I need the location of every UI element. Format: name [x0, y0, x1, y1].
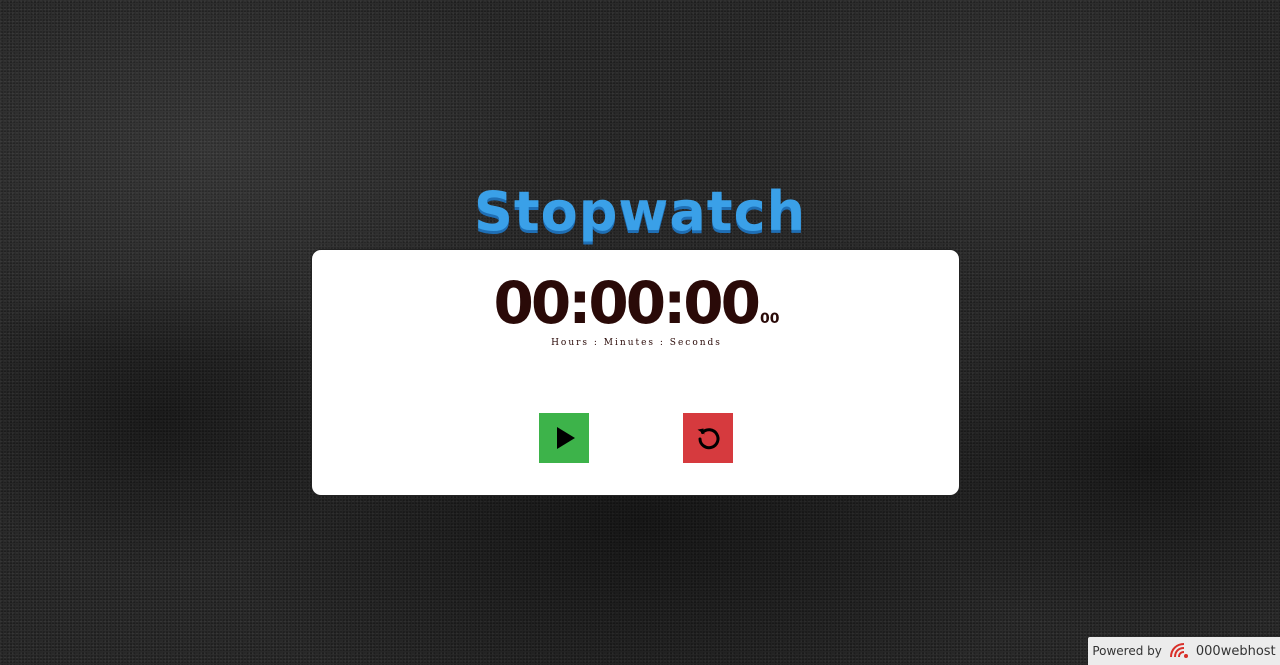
- reset-icon: [697, 428, 720, 450]
- start-button[interactable]: [539, 413, 589, 463]
- time-readout: 00:00:00: [493, 269, 761, 337]
- reset-button[interactable]: [683, 413, 733, 463]
- 000webhost-logo-icon: [1168, 641, 1192, 661]
- play-icon: [557, 427, 575, 449]
- milliseconds-readout: 00: [760, 311, 780, 327]
- footer-brand: 000webhost: [1195, 643, 1276, 659]
- page-title: Stopwatch: [473, 180, 807, 243]
- powered-by-label: Powered by: [1092, 644, 1162, 658]
- time-caption: Hours : Minutes : Seconds: [551, 338, 722, 348]
- powered-by-footer[interactable]: Powered by 000webhost: [1088, 637, 1280, 665]
- stopwatch-card: 00:00:00 00 Hours : Minutes : Seconds: [311, 249, 960, 496]
- time-display: 00:00:00 00: [312, 270, 961, 336]
